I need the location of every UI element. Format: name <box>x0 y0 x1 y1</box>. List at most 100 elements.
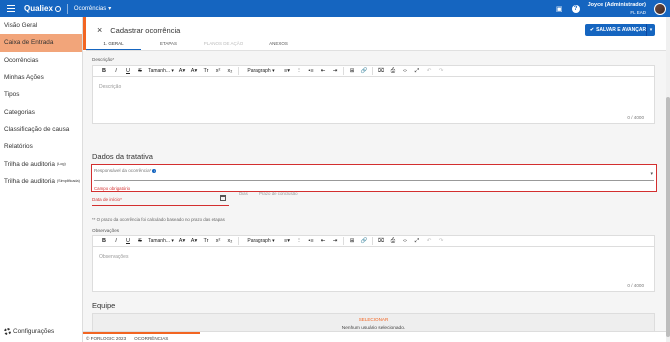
table-icon[interactable]: ⊞ <box>346 68 358 74</box>
strikethrough-icon[interactable]: S <box>134 238 146 244</box>
indent-icon[interactable]: ⇥ <box>329 68 341 74</box>
print-icon[interactable]: ⎙ <box>387 68 399 75</box>
remove-format-icon[interactable]: ⌧ <box>375 68 387 74</box>
module-selector[interactable]: Ocorrências ▾ <box>74 5 111 13</box>
sidebar-item-configuracoes[interactable]: Configurações <box>4 328 54 335</box>
outdent-icon[interactable]: ⇤ <box>317 238 329 244</box>
scroll-thumb[interactable] <box>666 97 670 337</box>
strikethrough-icon[interactable]: S <box>134 68 146 74</box>
align-icon[interactable]: ≡▾ <box>281 238 293 244</box>
editor-body[interactable]: Observações 0 / 4000 <box>93 247 654 291</box>
text-color-icon[interactable]: A▾ <box>188 68 200 74</box>
subscript-icon[interactable]: x₂ <box>224 68 236 74</box>
app-logo[interactable]: Qualiex <box>24 4 61 13</box>
indent-icon[interactable]: ⇥ <box>329 238 341 244</box>
close-icon[interactable]: × <box>97 26 102 35</box>
description-editor[interactable]: B I U S Tamanh... ▾ A▾ A▾ Tr x² x₂ Parag… <box>92 65 655 124</box>
start-date-field[interactable]: Data de início* <box>92 197 122 202</box>
save-options-button[interactable]: ▾ <box>646 24 655 36</box>
chevron-down-icon: ▾ <box>650 171 653 177</box>
date-underline <box>92 205 229 206</box>
underline-icon[interactable]: U <box>122 238 134 244</box>
ordered-list-icon[interactable]: ⋮ <box>293 238 305 244</box>
menu-icon[interactable] <box>0 0 22 17</box>
divider <box>343 67 344 75</box>
print-icon[interactable]: ⎙ <box>387 238 399 245</box>
fullscreen-icon[interactable]: ⤢ <box>411 68 423 75</box>
italic-icon[interactable]: I <box>110 238 122 244</box>
superscript-icon[interactable]: x² <box>212 68 224 74</box>
obs-placeholder: Observações <box>99 254 129 260</box>
bold-icon[interactable]: B <box>98 238 110 244</box>
outdent-icon[interactable]: ⇤ <box>317 68 329 74</box>
save-and-next-button[interactable]: ✔ SALVAR E AVANÇAR <box>585 24 651 36</box>
clear-format-icon[interactable]: Tr <box>200 238 212 244</box>
sidebar-item-ocorrencias[interactable]: Ocorrências <box>0 52 82 69</box>
sidebar-item-caixa-de-entrada[interactable]: Caixa de Entrada <box>0 34 82 52</box>
redo-icon[interactable]: ↷ <box>435 238 447 244</box>
sidebar-item-trilha-log[interactable]: Trilha de auditoria (Log) <box>0 155 82 172</box>
redo-icon[interactable]: ↷ <box>435 68 447 74</box>
sidebar-item-classificacao-causa[interactable]: Classificação de causa <box>0 121 82 138</box>
bold-icon[interactable]: B <box>98 68 110 74</box>
help-icon[interactable]: ? <box>571 4 580 13</box>
sidebar-item-label: Relatórios <box>4 143 33 151</box>
highlight-icon[interactable]: A▾ <box>176 68 188 74</box>
days-label: Dias <box>239 191 248 196</box>
user-info[interactable]: Joyce (Administrador) FL EAD <box>588 2 646 16</box>
font-size-select[interactable]: Tamanh... ▾ <box>146 238 176 244</box>
avatar[interactable] <box>654 2 666 15</box>
sidebar-item-relatorios[interactable]: Relatórios <box>0 138 82 155</box>
undo-icon[interactable]: ↶ <box>423 68 435 74</box>
sidebar-item-label: Trilha de auditoria <box>4 177 55 185</box>
remove-format-icon[interactable]: ⌧ <box>375 238 387 244</box>
paragraph-select[interactable]: Paragraph ▾ <box>241 238 281 244</box>
editor-body[interactable]: Descrição 0 / 4000 <box>93 77 654 123</box>
clear-format-icon[interactable]: Tr <box>200 68 212 74</box>
ordered-list-icon[interactable]: ⋮ <box>293 68 305 74</box>
footer-accent <box>83 332 200 334</box>
notifications-icon[interactable]: ▣ <box>555 4 564 13</box>
table-icon[interactable]: ⊞ <box>346 238 358 244</box>
sidebar-item-label: Classificação de causa <box>4 125 70 133</box>
sidebar-item-trilha-simplificada[interactable]: Trilha de auditoria (Simplificada) <box>0 173 82 190</box>
undo-icon[interactable]: ↶ <box>423 238 435 244</box>
font-size-select[interactable]: Tamanh... ▾ <box>146 68 176 74</box>
select-users-link[interactable]: SELECIONAR <box>93 317 654 322</box>
highlight-icon[interactable]: A▾ <box>176 238 188 244</box>
tab-anexos[interactable]: ANEXOS <box>251 41 306 50</box>
align-icon[interactable]: ≡▾ <box>281 68 293 74</box>
sidebar-item-categorias[interactable]: Categorias <box>0 103 82 120</box>
link-icon[interactable]: 🔗 <box>358 238 370 244</box>
paragraph-select[interactable]: Paragraph ▾ <box>241 68 281 74</box>
gear-icon <box>4 328 11 335</box>
text-color-icon[interactable]: A▾ <box>188 238 200 244</box>
code-icon[interactable]: ‹› <box>399 68 411 74</box>
description-label: Descrição* <box>92 57 115 62</box>
responsavel-label: Responsável da ocorrência* <box>94 168 152 173</box>
info-icon[interactable]: i <box>152 168 157 173</box>
link-icon[interactable]: 🔗 <box>358 68 370 74</box>
responsavel-select[interactable]: Responsável da ocorrência* i ▾ Campo obr… <box>91 164 657 192</box>
save-label: SALVAR E AVANÇAR <box>596 27 647 33</box>
superscript-icon[interactable]: x² <box>212 238 224 244</box>
sidebar-item-visao-geral[interactable]: Visão Geral <box>0 17 82 34</box>
logo-text: Qualiex <box>24 4 53 13</box>
tab-etapas[interactable]: ETAPAS <box>141 41 196 50</box>
sidebar-item-label: Visão Geral <box>4 22 38 30</box>
sidebar-item-minhas-acoes[interactable]: Minhas Ações <box>0 69 82 86</box>
calendar-icon[interactable] <box>220 195 226 201</box>
italic-icon[interactable]: I <box>110 68 122 74</box>
code-icon[interactable]: ‹› <box>399 238 411 244</box>
subscript-icon[interactable]: x₂ <box>224 238 236 244</box>
bullet-list-icon[interactable]: •≡ <box>305 238 317 244</box>
tab-geral[interactable]: 1. GERAL <box>86 41 141 50</box>
sidebar-item-tipos[interactable]: Tipos <box>0 86 82 103</box>
bullet-list-icon[interactable]: •≡ <box>305 68 317 74</box>
scrollbar[interactable] <box>666 17 670 342</box>
page-header: × Cadastrar ocorrência <box>97 26 180 36</box>
editor-toolbar: B I U S Tamanh... ▾ A▾ A▾ Tr x² x₂ Parag… <box>93 236 654 247</box>
underline-icon[interactable]: U <box>122 68 134 74</box>
observations-editor[interactable]: B I U S Tamanh... ▾ A▾ A▾ Tr x² x₂ Parag… <box>92 235 655 292</box>
fullscreen-icon[interactable]: ⤢ <box>411 238 423 245</box>
